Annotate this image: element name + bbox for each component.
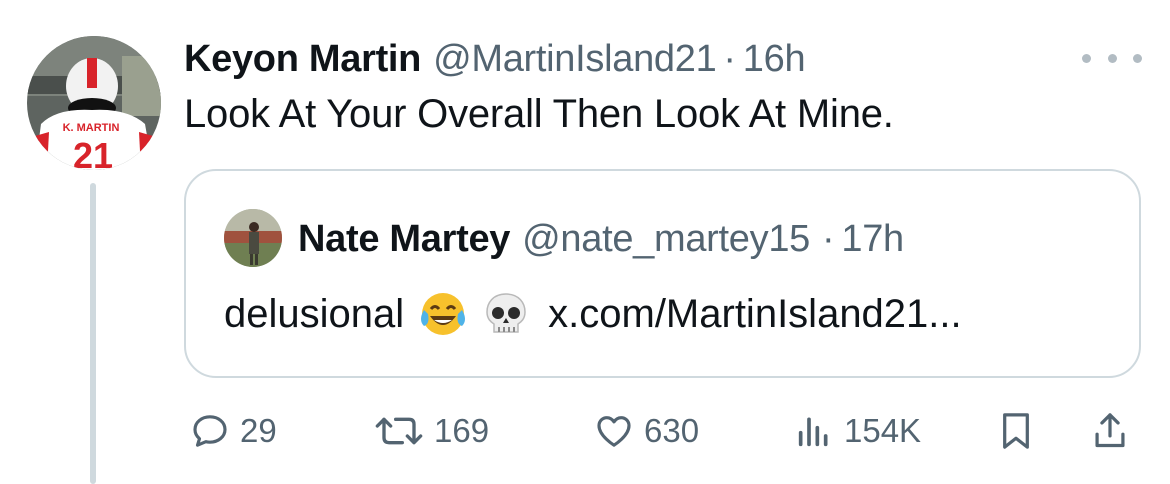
author-handle[interactable]: @MartinIsland21 [433,38,717,81]
repost-icon [374,411,424,451]
reply-icon [190,411,230,451]
share-icon [1090,410,1130,452]
tweet-time[interactable]: 16h [743,38,806,81]
quoted-tweet-header: Nate Martey @nate_martey15 · 17h [298,215,904,263]
quoted-avatar-image [224,209,282,267]
views-count: 154K [844,412,922,449]
share-button[interactable] [1090,405,1130,457]
separator-dot: · [723,37,736,80]
quoted-separator-dot: · [822,217,835,260]
action-bar: 29 169 630 154K [184,405,1144,457]
quoted-tweet[interactable]: Nate Martey @nate_martey15 · 17h delusio… [184,169,1141,378]
avatar-jersey-number: 21 [73,135,113,170]
avatar-jersey-name: K. MARTIN [63,122,120,134]
tears-of-joy-emoji-icon [418,290,468,338]
tweet-header: Keyon Martin @MartinIsland21 · 16h [184,34,806,84]
views-icon [794,411,834,451]
reply-count: 29 [240,412,277,449]
repost-count: 169 [434,412,490,449]
like-icon [594,411,634,451]
quoted-author-name[interactable]: Nate Martey [298,218,510,261]
tweet-text: Look At Your Overall Then Look At Mine. [184,92,894,136]
quoted-tweet-body: delusional x.com/MartinIsland21... [224,289,962,339]
reply-button[interactable]: 29 [190,405,277,457]
author-name[interactable]: Keyon Martin [184,38,421,81]
quoted-tweet-time[interactable]: 17h [841,218,904,261]
repost-button[interactable]: 169 [374,405,489,457]
quoted-tweet-link[interactable]: x.com/MartinIsland21... [548,292,962,337]
quoted-author-avatar[interactable] [224,209,282,267]
bookmark-button[interactable] [996,405,1036,457]
more-icon[interactable] [1082,48,1142,68]
quoted-tweet-text: delusional [224,291,405,336]
like-count: 630 [644,412,700,449]
author-avatar[interactable]: K. MARTIN 21 [27,36,161,170]
avatar-image: K. MARTIN 21 [27,36,161,170]
thread-line [90,183,96,484]
quoted-author-handle[interactable]: @nate_martey15 [522,218,810,261]
views-button[interactable]: 154K [794,405,921,457]
like-button[interactable]: 630 [594,405,699,457]
bookmark-icon [996,410,1036,452]
skull-emoji-icon [482,290,530,338]
